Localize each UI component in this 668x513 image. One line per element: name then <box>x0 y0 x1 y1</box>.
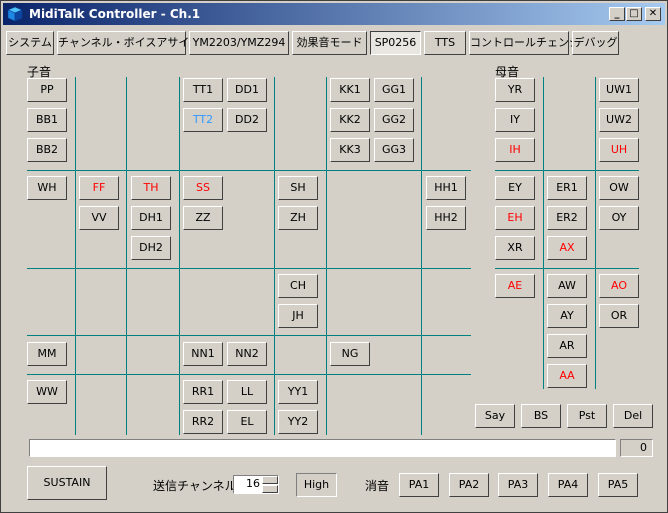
phoneme-button-dh2[interactable]: DH2 <box>131 236 171 260</box>
phoneme-button-kk2[interactable]: KK2 <box>330 108 370 132</box>
phoneme-button-ng[interactable]: NG <box>330 342 370 366</box>
phoneme-button-er1[interactable]: ER1 <box>547 176 587 200</box>
paste-button[interactable]: Pst <box>567 404 607 428</box>
phoneme-button-sh[interactable]: SH <box>278 176 318 200</box>
phoneme-button-er2[interactable]: ER2 <box>547 206 587 230</box>
phoneme-button-dh1[interactable]: DH1 <box>131 206 171 230</box>
spinner-arrows[interactable] <box>262 476 278 493</box>
phoneme-button-yy2[interactable]: YY2 <box>278 410 318 434</box>
phoneme-button-kk3[interactable]: KK3 <box>330 138 370 162</box>
high-toggle[interactable]: High <box>296 473 337 497</box>
phoneme-button-dd1[interactable]: DD1 <box>227 78 267 102</box>
phoneme-button-zz[interactable]: ZZ <box>183 206 223 230</box>
phoneme-button-mm[interactable]: MM <box>27 342 67 366</box>
channel-value: 16 <box>246 477 260 490</box>
phoneme-button-bb2[interactable]: BB2 <box>27 138 67 162</box>
maximize-button[interactable]: □ <box>626 7 642 21</box>
phoneme-button-ll[interactable]: LL <box>227 380 267 404</box>
phoneme-button-vv[interactable]: VV <box>79 206 119 230</box>
phoneme-button-ar[interactable]: AR <box>547 334 587 358</box>
phoneme-button-kk1[interactable]: KK1 <box>330 78 370 102</box>
phoneme-button-or[interactable]: OR <box>599 304 639 328</box>
phoneme-button-ae[interactable]: AE <box>495 274 535 298</box>
phoneme-button-tt2[interactable]: TT2 <box>183 108 223 132</box>
phoneme-button-ch[interactable]: CH <box>278 274 318 298</box>
sustain-button[interactable]: SUSTAIN <box>27 466 107 500</box>
phoneme-button-aa[interactable]: AA <box>547 364 587 388</box>
phoneme-button-uh[interactable]: UH <box>599 138 639 162</box>
phoneme-button-ww[interactable]: WW <box>27 380 67 404</box>
pa4-button[interactable]: PA4 <box>548 473 588 497</box>
delete-button[interactable]: Del <box>613 404 653 428</box>
sequence-counter: 0 <box>620 439 653 457</box>
title-bar: MidiTalk Controller - Ch.1 _ □ ✕ <box>3 3 665 25</box>
phoneme-button-aw[interactable]: AW <box>547 274 587 298</box>
phoneme-button-ow[interactable]: OW <box>599 176 639 200</box>
phoneme-button-rr2[interactable]: RR2 <box>183 410 223 434</box>
phoneme-button-th[interactable]: TH <box>131 176 171 200</box>
phoneme-button-pp[interactable]: PP <box>27 78 67 102</box>
phoneme-button-wh[interactable]: WH <box>27 176 67 200</box>
phoneme-button-gg3[interactable]: GG3 <box>374 138 414 162</box>
tab-tts[interactable]: TTS <box>424 31 466 55</box>
phoneme-button-ax[interactable]: AX <box>547 236 587 260</box>
spin-up-arrow-icon[interactable] <box>262 476 278 484</box>
phoneme-button-ao[interactable]: AO <box>599 274 639 298</box>
phoneme-button-tt1[interactable]: TT1 <box>183 78 223 102</box>
phoneme-button-jh[interactable]: JH <box>278 304 318 328</box>
phoneme-button-ay[interactable]: AY <box>547 304 587 328</box>
tab-sound-effects[interactable]: 効果音モード <box>292 31 367 55</box>
phoneme-button-hh2[interactable]: HH2 <box>426 206 466 230</box>
tab-debug[interactable]: デバッグ <box>572 31 619 55</box>
phoneme-button-hh1[interactable]: HH1 <box>426 176 466 200</box>
say-button[interactable]: Say <box>475 404 515 428</box>
phoneme-button-ey[interactable]: EY <box>495 176 535 200</box>
phoneme-button-uw1[interactable]: UW1 <box>599 78 639 102</box>
phoneme-button-yy1[interactable]: YY1 <box>278 380 318 404</box>
spin-down-arrow-icon[interactable] <box>262 485 278 493</box>
phoneme-button-ss[interactable]: SS <box>183 176 223 200</box>
phoneme-button-bb1[interactable]: BB1 <box>27 108 67 132</box>
backspace-button[interactable]: BS <box>521 404 561 428</box>
phoneme-button-el[interactable]: EL <box>227 410 267 434</box>
app-window: MidiTalk Controller - Ch.1 _ □ ✕ システム チャ… <box>0 0 668 513</box>
tab-ym2203[interactable]: YM2203/YMZ294 <box>189 31 289 55</box>
phoneme-button-nn1[interactable]: NN1 <box>183 342 223 366</box>
channel-spinner[interactable]: 16 <box>233 475 279 494</box>
tab-channel-voice-assign[interactable]: チャンネル・ボイスアサイン <box>57 31 200 55</box>
pa1-button[interactable]: PA1 <box>399 473 439 497</box>
mute-label: 消音 <box>365 479 390 493</box>
phoneme-button-gg2[interactable]: GG2 <box>374 108 414 132</box>
app-cube-icon <box>7 6 23 22</box>
pa3-button[interactable]: PA3 <box>498 473 538 497</box>
phoneme-button-xr[interactable]: XR <box>495 236 535 260</box>
pa5-button[interactable]: PA5 <box>598 473 638 497</box>
phoneme-button-yr[interactable]: YR <box>495 78 535 102</box>
phoneme-button-iy[interactable]: IY <box>495 108 535 132</box>
phoneme-button-oy[interactable]: OY <box>599 206 639 230</box>
phoneme-button-uw2[interactable]: UW2 <box>599 108 639 132</box>
phoneme-button-eh[interactable]: EH <box>495 206 535 230</box>
phoneme-button-zh[interactable]: ZH <box>278 206 318 230</box>
minimize-button[interactable]: _ <box>609 7 625 21</box>
phoneme-button-dd2[interactable]: DD2 <box>227 108 267 132</box>
tab-control-change[interactable]: コントロールチェンジ <box>469 31 580 55</box>
close-button[interactable]: ✕ <box>645 7 661 21</box>
tab-system[interactable]: システム <box>6 31 54 55</box>
send-channel-label: 送信チャンネル <box>153 479 237 493</box>
phoneme-button-gg1[interactable]: GG1 <box>374 78 414 102</box>
tab-sp0256[interactable]: SP0256 <box>370 31 421 55</box>
phoneme-button-ff[interactable]: FF <box>79 176 119 200</box>
phoneme-sequence-field[interactable] <box>29 439 616 457</box>
window-title: MidiTalk Controller - Ch.1 <box>29 7 201 21</box>
pa2-button[interactable]: PA2 <box>449 473 489 497</box>
phoneme-button-rr1[interactable]: RR1 <box>183 380 223 404</box>
phoneme-button-nn2[interactable]: NN2 <box>227 342 267 366</box>
phoneme-button-ih[interactable]: IH <box>495 138 535 162</box>
